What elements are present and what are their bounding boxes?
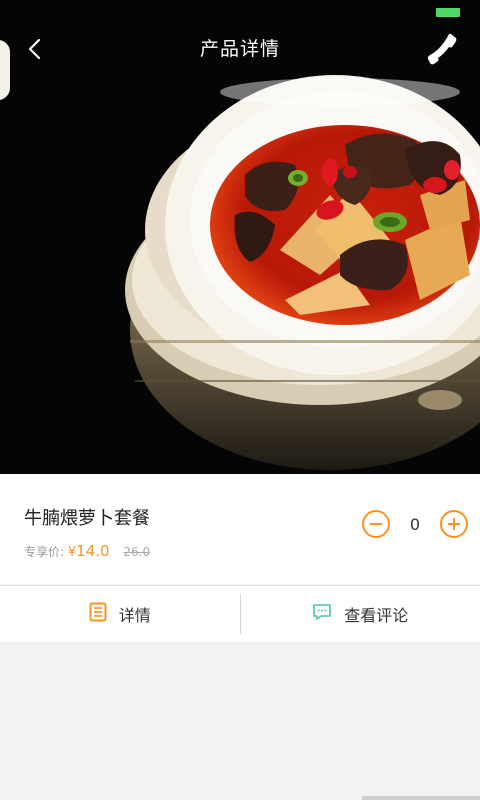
quantity-value: 0	[409, 514, 421, 534]
tab-content-area	[0, 642, 480, 800]
tab-details-label: 详情	[118, 606, 151, 625]
tab-details[interactable]: 详情	[0, 586, 240, 642]
currency-symbol: ¥	[67, 545, 77, 560]
minus-icon	[370, 523, 382, 525]
price-row: 专享价: ¥14.0 26.0	[24, 542, 150, 560]
detail-tabs: 详情 查看评论	[0, 585, 480, 643]
original-price: 26.0	[123, 545, 151, 559]
tab-comments-label: 查看评论	[344, 606, 409, 625]
decrease-quantity-button[interactable]	[362, 510, 390, 538]
price-value: 14.0	[76, 542, 110, 560]
increase-quantity-button[interactable]	[440, 510, 468, 538]
phone-icon	[427, 33, 457, 65]
price-label: 专享价:	[24, 545, 65, 559]
page-title: 产品详情	[199, 38, 280, 60]
tab-comments[interactable]: 查看评论	[241, 586, 480, 642]
quantity-stepper: 0	[362, 508, 468, 540]
product-image-banner: 产品详情	[0, 0, 480, 474]
product-name: 牛腩煨萝卜套餐	[24, 508, 150, 529]
product-info-panel: 牛腩煨萝卜套餐 专享价: ¥14.0 26.0 0	[0, 474, 480, 584]
battery-indicator	[436, 8, 460, 17]
current-price: ¥14.0	[67, 542, 110, 560]
document-icon	[89, 602, 107, 626]
scrollbar[interactable]	[362, 796, 480, 800]
comment-icon	[312, 603, 332, 625]
call-button[interactable]	[422, 26, 466, 70]
product-photo	[0, 0, 480, 474]
